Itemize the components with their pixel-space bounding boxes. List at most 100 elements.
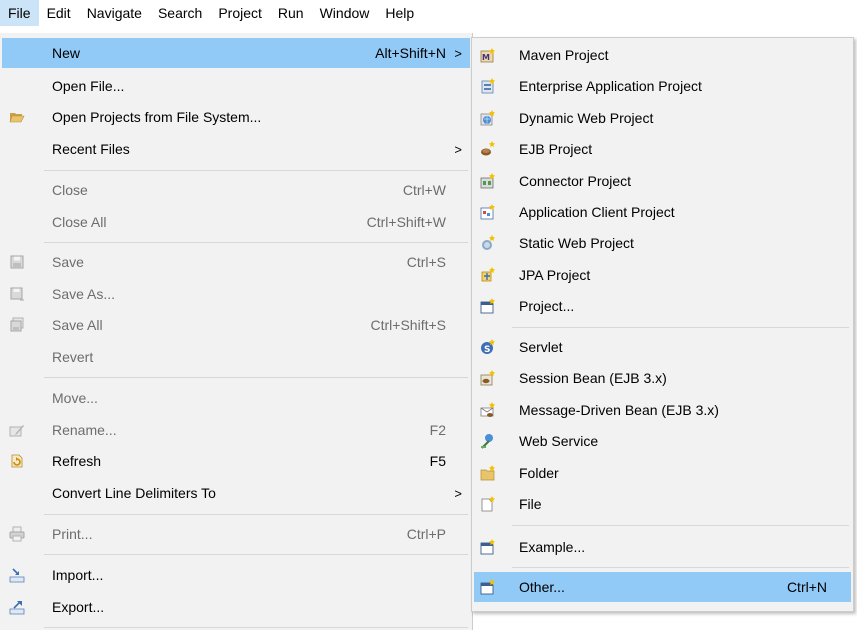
new-menu-item-jpa-project[interactable]: JPA Project — [474, 260, 851, 290]
new-menu-item-folder[interactable]: Folder — [474, 458, 851, 488]
menu-item-label: Application Client Project — [519, 204, 675, 220]
new-menu-item-connector-project[interactable]: Connector Project — [474, 166, 851, 196]
menu-item-label: Open Projects from File System... — [52, 109, 262, 125]
file-menu-item-convert-line-delimiters[interactable]: Convert Line Delimiters To > — [2, 478, 470, 508]
file-menu-item-export[interactable]: Export... — [2, 592, 470, 622]
file-menu-item-open-projects[interactable]: Open Projects from File System... — [2, 102, 470, 132]
menu-file[interactable]: File — [0, 0, 39, 26]
file-menu-item-move[interactable]: Move... — [2, 383, 470, 413]
file-menu-item-print[interactable]: Print... Ctrl+P — [2, 519, 470, 549]
new-menu-item-enterprise-application-project[interactable]: Enterprise Application Project — [474, 71, 851, 101]
project-icon — [480, 298, 496, 314]
menu-item-shortcut: Ctrl+Shift+S — [370, 317, 446, 333]
submenu-arrow-icon: > — [454, 45, 462, 61]
menu-item-label: Dynamic Web Project — [519, 110, 654, 126]
other-wizard-icon — [480, 579, 496, 595]
file-menu-item-recent-files[interactable]: Recent Files > — [2, 134, 470, 164]
menu-window[interactable]: Window — [312, 0, 378, 26]
new-menu-item-project[interactable]: Project... — [474, 291, 851, 321]
new-menu-item-file[interactable]: File — [474, 489, 851, 519]
menu-item-shortcut: Ctrl+Shift+W — [366, 214, 446, 230]
menu-item-label: Recent Files — [52, 141, 130, 157]
new-menu-item-message-driven-bean[interactable]: Message-Driven Bean (EJB 3.x) — [474, 395, 851, 425]
file-menu-item-new[interactable]: New Alt+Shift+N > — [2, 38, 470, 68]
file-menu-item-close[interactable]: Close Ctrl+W — [2, 175, 470, 205]
file-menu-item-close-all[interactable]: Close All Ctrl+Shift+W — [2, 207, 470, 237]
new-menu-item-other[interactable]: Other... Ctrl+N — [474, 572, 851, 602]
file-menu-item-save[interactable]: Save Ctrl+S — [2, 247, 470, 277]
static-web-project-icon — [480, 235, 496, 251]
menu-item-label: Save As... — [52, 286, 116, 302]
refresh-icon — [9, 453, 25, 469]
menu-item-label: File — [519, 496, 542, 512]
menu-item-label: Import... — [52, 567, 104, 583]
new-menu-item-example[interactable]: Example... — [474, 532, 851, 562]
menu-item-label: Save All — [52, 317, 103, 333]
menu-separator — [44, 242, 468, 243]
session-bean-icon — [480, 370, 496, 386]
menu-item-label: Close All — [52, 214, 107, 230]
new-menu-item-ejb-project[interactable]: EJB Project — [474, 134, 851, 164]
menu-navigate[interactable]: Navigate — [79, 0, 150, 26]
menu-item-label: Web Service — [519, 433, 599, 449]
file-menu-item-save-as[interactable]: Save As... — [2, 279, 470, 309]
menu-run[interactable]: Run — [270, 0, 312, 26]
menu-separator — [512, 327, 849, 328]
menu-item-label: Static Web Project — [519, 235, 634, 251]
new-menu-item-static-web-project[interactable]: Static Web Project — [474, 228, 851, 258]
import-icon — [9, 567, 25, 583]
menu-item-label: Revert — [52, 349, 94, 365]
file-menu-item-open-file[interactable]: Open File... — [2, 71, 470, 101]
menu-item-label: Convert Line Delimiters To — [52, 485, 216, 501]
menu-item-label: Enterprise Application Project — [519, 78, 702, 94]
menu-item-label: Connector Project — [519, 173, 632, 189]
menu-separator — [44, 170, 468, 171]
menu-item-label: Folder — [519, 465, 559, 481]
menu-separator — [512, 525, 849, 526]
menu-item-label: Message-Driven Bean (EJB 3.x) — [519, 402, 719, 418]
menu-help[interactable]: Help — [377, 0, 422, 26]
file-menu-item-refresh[interactable]: Refresh F5 — [2, 446, 470, 476]
menu-item-label: Example... — [519, 539, 586, 555]
new-menu-item-dynamic-web-project[interactable]: Dynamic Web Project — [474, 103, 851, 133]
file-menu-item-import[interactable]: Import... — [2, 560, 470, 590]
export-icon — [9, 599, 25, 615]
submenu-arrow-icon: > — [454, 485, 462, 501]
new-submenu: M Maven Project Enterprise Application P… — [471, 37, 854, 612]
servlet-icon: S — [480, 339, 496, 355]
menu-item-shortcut: F5 — [429, 453, 446, 469]
new-menu-item-servlet[interactable]: S Servlet — [474, 332, 851, 362]
save-icon — [9, 254, 25, 270]
file-menu-item-save-all[interactable]: Save All Ctrl+Shift+S — [2, 310, 470, 340]
menu-edit[interactable]: Edit — [39, 0, 79, 26]
menu-project[interactable]: Project — [210, 0, 270, 26]
file-icon — [480, 496, 496, 512]
menu-item-label: Close — [52, 182, 88, 198]
menu-search[interactable]: Search — [150, 0, 210, 26]
menu-item-label: Print... — [52, 526, 93, 542]
print-icon — [9, 526, 25, 542]
application-client-project-icon — [480, 204, 496, 220]
new-menu-item-web-service[interactable]: Web Service — [474, 426, 851, 456]
menu-bar: File Edit Navigate Search Project Run Wi… — [0, 0, 857, 33]
connector-project-icon — [480, 173, 496, 189]
new-menu-item-session-bean[interactable]: Session Bean (EJB 3.x) — [474, 363, 851, 393]
menu-item-label: EJB Project — [519, 141, 593, 157]
file-menu-item-rename[interactable]: Rename... F2 — [2, 415, 470, 445]
menu-item-shortcut: Ctrl+N — [786, 579, 827, 595]
menu-separator — [44, 377, 468, 378]
menu-item-label: Rename... — [52, 422, 117, 438]
menu-separator — [512, 567, 849, 568]
menu-item-label: Servlet — [519, 339, 563, 355]
rename-icon — [9, 422, 25, 438]
file-menu-item-revert[interactable]: Revert — [2, 342, 470, 372]
save-all-icon — [9, 317, 25, 333]
message-driven-bean-icon — [480, 402, 496, 418]
menu-item-label: Maven Project — [519, 47, 609, 63]
new-menu-item-maven-project[interactable]: M Maven Project — [474, 40, 851, 70]
menu-item-label: Open File... — [52, 78, 125, 94]
new-menu-item-application-client-project[interactable]: Application Client Project — [474, 197, 851, 227]
menu-separator — [44, 627, 468, 628]
web-service-icon — [480, 433, 496, 449]
save-as-icon — [9, 286, 25, 302]
